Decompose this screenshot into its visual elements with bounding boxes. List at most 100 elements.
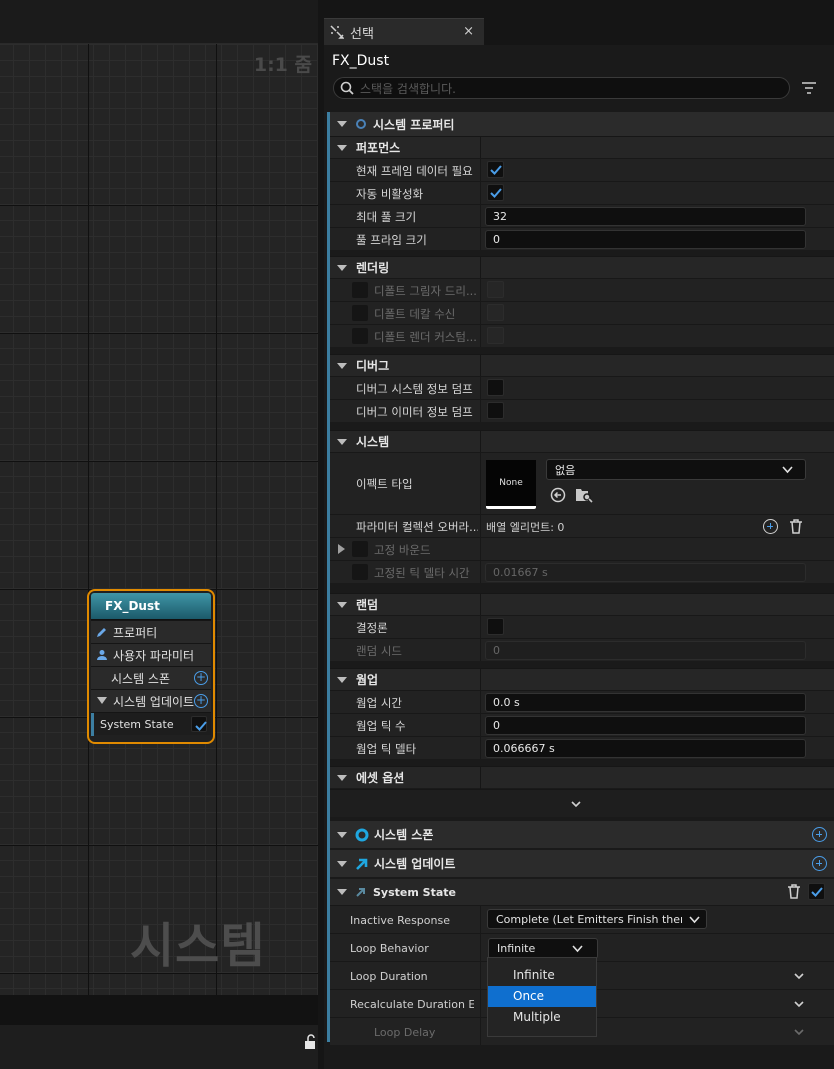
category-random[interactable]: 랜덤 (330, 593, 834, 616)
node-row-label: 시스템 업데이트 (113, 694, 195, 709)
trash-icon[interactable] (787, 884, 801, 899)
module-enabled-checkbox[interactable] (808, 883, 825, 900)
override-checkbox[interactable] (352, 305, 368, 321)
category-label: 퍼포먼스 (356, 141, 401, 155)
collapse-triangle-icon[interactable] (337, 438, 347, 445)
effect-type-thumbnail[interactable]: None (486, 460, 536, 509)
grid-major-line (0, 205, 318, 206)
override-checkbox[interactable] (352, 564, 368, 580)
warmup-time-field[interactable]: 0.0 s (485, 693, 806, 712)
chevron-down-icon[interactable] (794, 971, 804, 981)
spawn-icon (355, 828, 369, 841)
dump-emitter-info-checkbox[interactable] (487, 402, 504, 419)
collapse-triangle-icon[interactable] (337, 676, 347, 683)
lock-icon[interactable] (304, 1034, 318, 1050)
category-performance[interactable]: 퍼포먼스 (330, 136, 834, 159)
override-checkbox[interactable] (352, 328, 368, 344)
prop-row: 최대 풀 크기 32 (330, 204, 834, 227)
warmup-tick-count-field[interactable]: 0 (485, 716, 806, 735)
override-checkbox[interactable] (352, 282, 368, 298)
cast-shadow-checkbox[interactable] (487, 281, 504, 298)
prop-row: 디버그 이미터 정보 덤프 (330, 399, 834, 422)
search-placeholder: 스택을 검색합니다. (360, 81, 456, 96)
system-node[interactable]: FX_Dust 프로퍼티 사용자 파라미터 시스템 스폰 + 시스템 업데이트 … (87, 589, 215, 744)
prop-label: 웜업 틱 델타 (356, 742, 417, 756)
collapse-triangle-icon[interactable] (337, 774, 347, 781)
collapse-triangle-icon[interactable] (95, 694, 109, 708)
show-more-row[interactable] (330, 789, 834, 817)
section-system-properties[interactable]: 시스템 프로퍼티 (330, 112, 834, 136)
add-module-icon[interactable] (812, 827, 827, 842)
collapse-triangle-icon[interactable] (337, 860, 347, 867)
loop-behavior-dropdown[interactable]: Infinite (488, 938, 598, 959)
filter-icon[interactable] (801, 80, 817, 96)
effect-type-dropdown[interactable]: 없음 (546, 459, 806, 480)
category-label: 디버그 (356, 359, 390, 373)
add-element-icon[interactable] (763, 519, 778, 534)
module-system-state[interactable]: System State (330, 879, 834, 905)
render-custom-depth-checkbox[interactable] (487, 327, 504, 344)
node-row-system-state[interactable]: System State (91, 712, 211, 736)
chevron-down-icon[interactable] (794, 1027, 804, 1037)
node-row-properties[interactable]: 프로퍼티 (91, 620, 211, 643)
node-graph-canvas[interactable]: 1:1 줌 시스템 FX_Dust 프로퍼티 사용자 파라미터 시스템 스폰 +… (0, 0, 318, 1069)
tab-selection[interactable]: 선택 × (324, 18, 484, 45)
chevron-down-icon[interactable] (794, 999, 804, 1009)
category-system[interactable]: 시스템 (330, 430, 834, 453)
chevron-down-icon (782, 466, 793, 474)
use-selected-asset-icon[interactable] (550, 487, 566, 503)
trash-icon[interactable] (789, 519, 803, 534)
dump-system-info-checkbox[interactable] (487, 379, 504, 396)
node-row-system-update[interactable]: 시스템 업데이트 + (91, 689, 211, 712)
browse-asset-icon[interactable] (575, 487, 593, 503)
auto-deactivate-checkbox[interactable] (487, 184, 504, 201)
override-checkbox[interactable] (352, 541, 368, 557)
collapse-triangle-icon[interactable] (337, 831, 347, 838)
fixed-tick-delta-field[interactable]: 0.01667 s (485, 563, 806, 582)
menu-item-once[interactable]: Once (488, 986, 596, 1007)
collapse-triangle-icon[interactable] (337, 601, 347, 608)
add-module-icon[interactable] (812, 856, 827, 871)
category-warmup[interactable]: 웜업 (330, 668, 834, 691)
prop-row: 웜업 시간 0.0 s (330, 690, 834, 713)
max-pool-size-field[interactable]: 32 (485, 207, 806, 226)
tab-bar: 선택 × (324, 18, 834, 45)
chevron-down-icon (572, 945, 583, 953)
menu-item-infinite[interactable]: Infinite (488, 965, 596, 986)
collapse-triangle-icon[interactable] (337, 121, 347, 127)
chevron-down-icon (689, 916, 700, 924)
category-debug[interactable]: 디버그 (330, 354, 834, 377)
module-enabled-checkbox[interactable] (191, 716, 207, 732)
determinism-checkbox[interactable] (487, 618, 504, 635)
section-system-update[interactable]: 시스템 업데이트 (330, 850, 834, 877)
requires-current-frame-checkbox[interactable] (487, 161, 504, 178)
selection-icon (330, 25, 344, 39)
expand-triangle-icon[interactable] (338, 544, 345, 554)
prop-label: Loop Duration (350, 970, 428, 983)
add-module-icon[interactable]: + (194, 694, 208, 708)
collapse-triangle-icon[interactable] (337, 889, 347, 895)
receives-decals-checkbox[interactable] (487, 304, 504, 321)
prop-label: 웜업 틱 수 (356, 719, 406, 733)
chevron-down-icon[interactable] (571, 801, 581, 808)
stack-search-input[interactable]: 스택을 검색합니다. (333, 77, 790, 99)
collapse-triangle-icon[interactable] (337, 144, 347, 151)
graph-grid (0, 44, 318, 995)
inactive-response-dropdown[interactable]: Complete (Let Emitters Finish then Kill) (487, 909, 707, 929)
collapse-triangle-icon[interactable] (337, 264, 347, 271)
pool-prime-size-field[interactable]: 0 (485, 230, 806, 249)
random-seed-field[interactable]: 0 (485, 641, 806, 660)
section-system-spawn[interactable]: 시스템 스폰 (330, 821, 834, 848)
node-row-user-parameters[interactable]: 사용자 파라미터 (91, 643, 211, 666)
category-asset-options[interactable]: 에셋 옵션 (330, 766, 834, 789)
node-row-system-spawn[interactable]: 시스템 스폰 + (91, 666, 211, 689)
grid-major-line (0, 333, 318, 334)
menu-item-multiple[interactable]: Multiple (488, 1007, 596, 1028)
add-module-icon[interactable]: + (194, 671, 208, 685)
prop-row: 현재 프레임 데이터 필요 (330, 158, 834, 181)
category-rendering[interactable]: 렌더링 (330, 256, 834, 279)
warmup-tick-delta-field[interactable]: 0.066667 s (485, 739, 806, 758)
close-icon[interactable]: × (463, 24, 474, 39)
collapse-triangle-icon[interactable] (337, 362, 347, 369)
dropdown-value: Complete (Let Emitters Finish then Kill) (496, 912, 682, 926)
